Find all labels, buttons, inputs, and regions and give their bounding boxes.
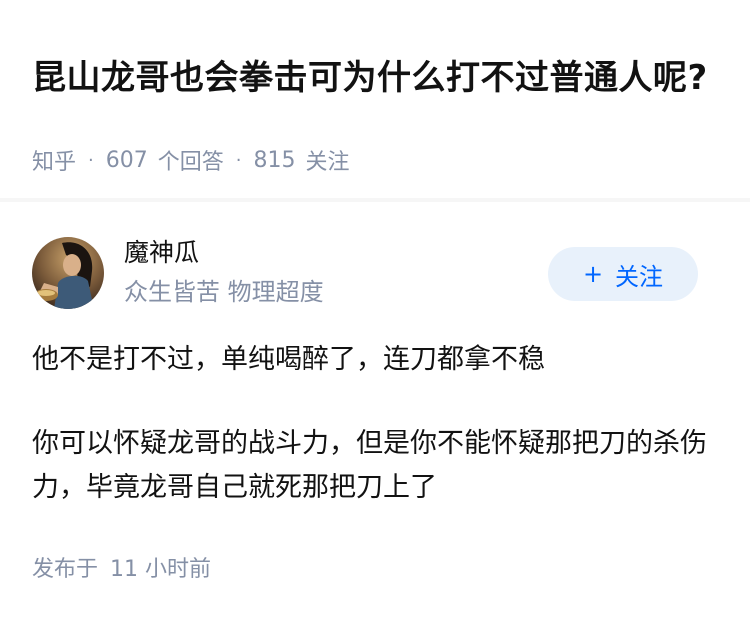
question-meta: 知乎 · 607 个回答 · 815 关注 — [32, 143, 350, 177]
plus-icon: + — [582, 260, 604, 288]
follower-count-label: 关注 — [305, 150, 350, 175]
meta-separator: · — [88, 149, 94, 171]
avatar[interactable] — [32, 237, 104, 309]
answer-count-label: 个回答 — [157, 150, 224, 175]
publish-time: 发布于 11 小时前 — [32, 553, 211, 587]
publish-label: 发布于 — [32, 557, 99, 582]
source-label[interactable]: 知乎 — [32, 144, 76, 176]
answer-count: 607 — [105, 147, 148, 173]
follower-count: 815 — [253, 147, 296, 173]
author-name[interactable]: 魔神瓜 — [124, 236, 199, 270]
answer-paragraph: 他不是打不过，单纯喝醉了，连刀都拿不稳 — [32, 344, 545, 375]
publish-time-value: 11 小时前 — [110, 557, 212, 582]
follow-button-label: 关注 — [615, 262, 664, 291]
follow-button[interactable]: + 关注 — [548, 247, 698, 301]
meta-separator: · — [235, 149, 242, 171]
section-divider — [0, 198, 750, 202]
question-title[interactable]: 昆山龙哥也会拳击可为什么打不过普通人呢? — [32, 53, 712, 103]
answer-content: 他不是打不过，单纯喝醉了，连刀都拿不稳 你可以怀疑龙哥的战斗力，但是你不能怀疑那… — [32, 338, 722, 510]
author-bio: 众生皆苦 物理超度 — [124, 278, 324, 306]
answer-paragraph: 你可以怀疑龙哥的战斗力，但是你不能怀疑那把刀的杀伤力，毕竟龙哥自己就死那把刀上了 — [32, 428, 707, 503]
avatar-image — [32, 237, 104, 309]
